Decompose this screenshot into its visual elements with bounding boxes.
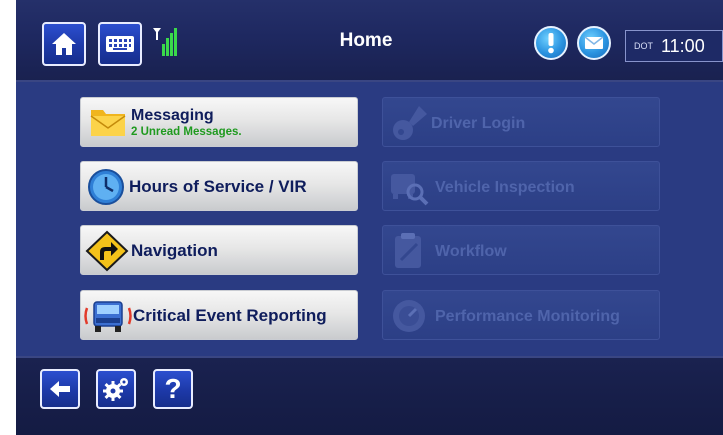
performance-monitoring-button: Performance Monitoring <box>382 290 660 340</box>
back-button[interactable] <box>40 369 80 409</box>
settings-button[interactable] <box>96 369 136 409</box>
workflow-button: Workflow <box>382 225 660 275</box>
back-arrow-icon <box>50 381 70 397</box>
menu-area: Messaging 2 Unread Messages. Hours of Se… <box>16 82 723 356</box>
help-button[interactable]: ? <box>153 369 193 409</box>
alert-icon <box>548 33 554 54</box>
home-icon <box>52 33 76 55</box>
driver-login-label: Driver Login <box>431 115 526 132</box>
turn-sign-icon <box>85 230 129 272</box>
alert-button[interactable] <box>534 26 568 60</box>
home-button[interactable] <box>42 22 86 66</box>
clock-icon <box>88 169 124 205</box>
driver-login-button: Driver Login <box>382 97 660 147</box>
keyboard-button[interactable] <box>98 22 142 66</box>
clipboard-icon <box>395 233 421 268</box>
messaging-button[interactable]: Messaging 2 Unread Messages. <box>80 97 358 147</box>
vehicle-inspection-button: Vehicle Inspection <box>382 161 660 211</box>
messaging-label: Messaging <box>131 107 214 124</box>
clock-prefix: DOT <box>634 41 653 51</box>
envelope-icon <box>584 36 604 49</box>
envelope-icon <box>90 110 126 136</box>
navigation-button[interactable]: Navigation <box>80 225 358 275</box>
top-bar: Home DOT 11:00 <box>16 0 723 82</box>
dot-clock[interactable]: DOT 11:00 <box>625 30 723 62</box>
hours-of-service-button[interactable]: Hours of Service / VIR <box>80 161 358 211</box>
inspection-icon <box>391 174 429 206</box>
gears-icon <box>103 378 128 401</box>
messages-button[interactable] <box>577 26 611 60</box>
truck-alert-icon <box>84 301 132 332</box>
vehicle-inspection-label: Vehicle Inspection <box>435 179 575 196</box>
performance-monitoring-label: Performance Monitoring <box>435 308 620 325</box>
help-icon: ? <box>164 373 182 404</box>
critical-event-reporting-label: Critical Event Reporting <box>133 306 327 325</box>
workflow-label: Workflow <box>435 243 507 260</box>
gauge-icon <box>393 300 425 332</box>
page-title: Home <box>339 30 393 51</box>
key-icon <box>393 106 427 140</box>
navigation-label: Navigation <box>131 241 218 260</box>
device-screen: Home DOT 11:00 Messaging 2 Unread Messag… <box>16 0 723 435</box>
signal-strength-icon <box>153 28 177 56</box>
keyboard-icon <box>106 36 134 52</box>
unread-messages-count: 2 Unread Messages. <box>131 126 242 138</box>
clock-time: 11:00 <box>661 36 705 56</box>
critical-event-reporting-button[interactable]: Critical Event Reporting <box>80 290 358 340</box>
hours-of-service-label: Hours of Service / VIR <box>129 177 307 196</box>
bottom-bar: ? <box>16 356 723 435</box>
